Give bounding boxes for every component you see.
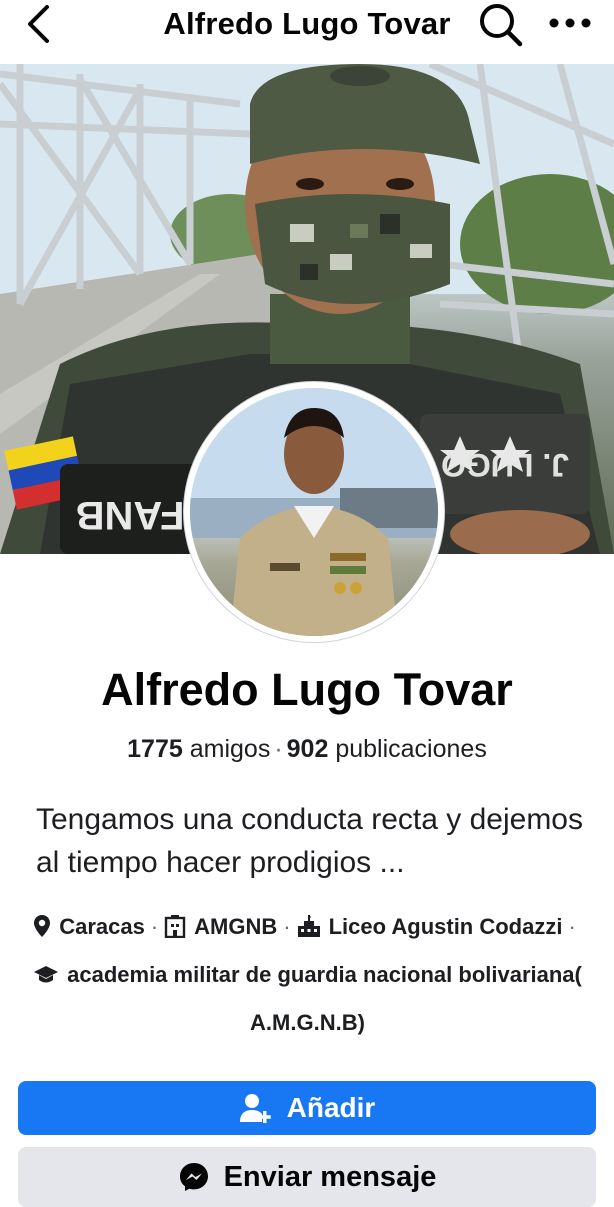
patch-left-text: FANB [76, 493, 185, 537]
friends-count[interactable]: 1775 [127, 735, 183, 763]
search-button[interactable] [474, 0, 526, 48]
detail-college[interactable]: academia militar de guardia nacional bol… [67, 962, 582, 1035]
profile-bio: Tengamos una conducta recta y dejemos al… [36, 803, 583, 879]
add-friend-label: Añadir [286, 1092, 376, 1123]
top-bar: Alfredo Lugo Tovar [0, 0, 614, 64]
posts-count[interactable]: 902 [287, 735, 329, 763]
detail-work[interactable]: AMGNB [194, 914, 277, 939]
more-options-button[interactable] [540, 0, 600, 46]
detail-school[interactable]: Liceo Agustin Codazzi [329, 914, 563, 939]
stats-separator: · [274, 735, 283, 763]
send-message-label: Enviar mensaje [223, 1160, 437, 1193]
profile-avatar[interactable] [184, 382, 444, 642]
add-friend-icon [239, 1092, 273, 1124]
posts-label[interactable]: publicaciones [335, 735, 487, 763]
search-icon [480, 4, 523, 47]
school-building-icon [297, 909, 321, 953]
profile-name: Alfredo Lugo Tovar [101, 664, 513, 715]
avatar-image [190, 388, 438, 636]
messenger-icon [178, 1161, 210, 1193]
send-message-button[interactable]: Enviar mensaje [18, 1147, 596, 1207]
friends-label[interactable]: amigos [190, 735, 271, 763]
graduation-cap-icon [33, 957, 59, 1001]
detail-location[interactable]: Caracas [59, 914, 145, 939]
profile-stats: 1775 amigos · 902 publicaciones [0, 735, 614, 764]
work-building-icon [164, 909, 186, 953]
location-pin-icon [33, 909, 51, 953]
profile-details: Caracas · AMGNB · Liceo Agustin Codazzi · a… [20, 905, 595, 1045]
more-horizontal-icon [549, 18, 591, 28]
add-friend-button[interactable]: Añadir [18, 1081, 596, 1135]
